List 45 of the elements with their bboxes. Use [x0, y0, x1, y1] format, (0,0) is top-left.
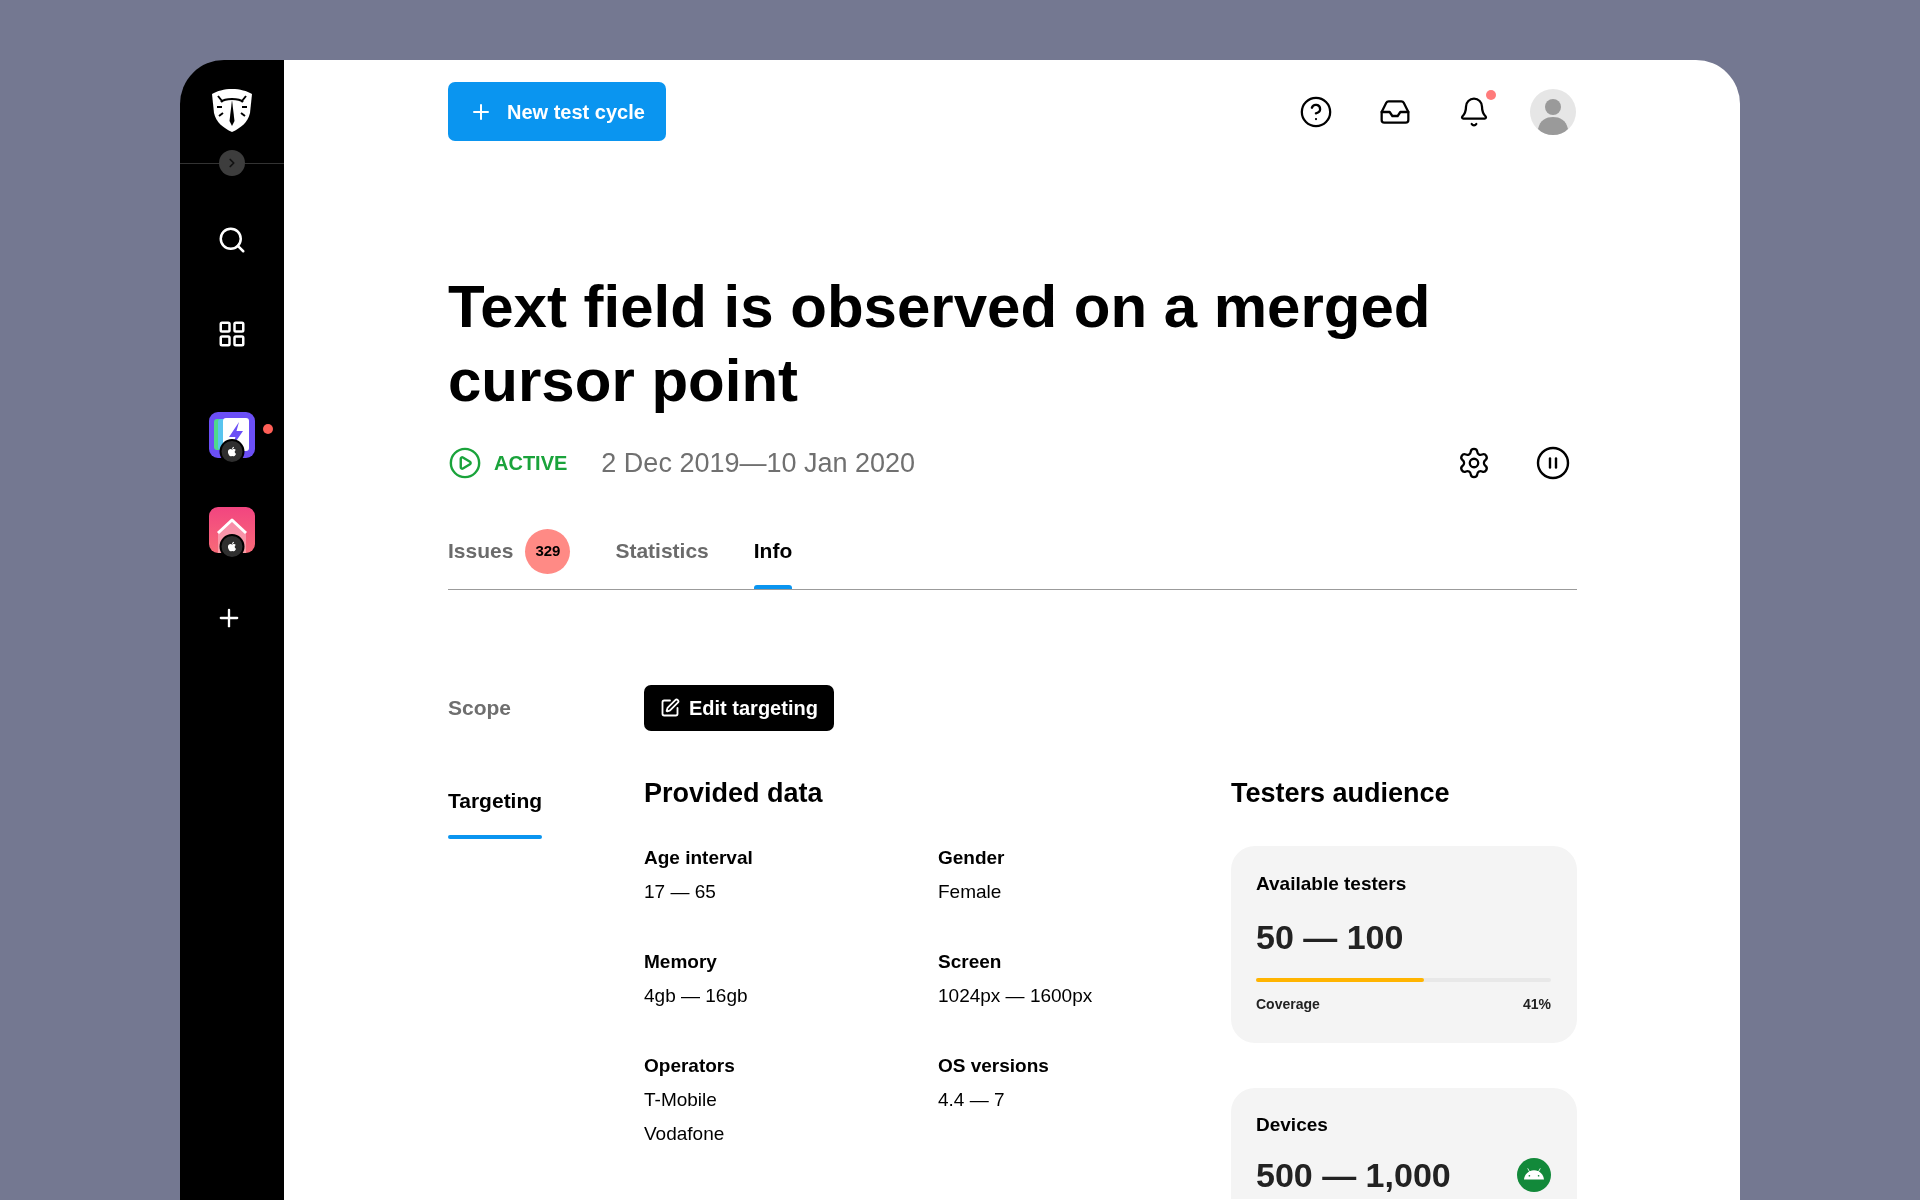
avatar-button[interactable]	[1529, 87, 1577, 136]
search-icon	[217, 225, 247, 255]
field-value: 4.4 — 7	[938, 1088, 1005, 1112]
search-button[interactable]	[217, 225, 247, 255]
settings-icon	[1457, 446, 1491, 480]
field-label: OS versions	[938, 1054, 1049, 1078]
field-value: 17 — 65	[644, 880, 716, 904]
field-value: T-Mobile	[644, 1088, 717, 1112]
card-value: 500 — 1,000	[1256, 1155, 1451, 1195]
field-value: Vodafone	[644, 1122, 725, 1146]
field-label: Screen	[938, 950, 1002, 974]
section-heading: Provided data	[644, 777, 823, 810]
field-label: Operators	[644, 1054, 735, 1078]
field-label: Memory	[644, 950, 717, 974]
card-title: Available testers	[1256, 872, 1407, 896]
coverage-percent: 41%	[1522, 995, 1551, 1014]
dashboard-button[interactable]	[217, 319, 247, 349]
edit-icon	[660, 698, 680, 718]
coverage-label: Coverage	[1256, 995, 1320, 1014]
person-silhouette-icon	[1530, 88, 1576, 135]
date-range: 2 Dec 2019—10 Jan 2020	[601, 446, 916, 480]
page-title: Text field is observed on a merged cursor point	[448, 272, 1432, 416]
bell-icon	[1458, 95, 1490, 128]
card-title: Devices	[1256, 1113, 1328, 1137]
help-icon	[1299, 94, 1333, 129]
field-value: 4gb — 16gb	[644, 984, 748, 1008]
status-label: ACTIVE	[494, 451, 568, 476]
tab[interactable]: Info	[753, 513, 793, 589]
side-tab[interactable]: Targeting	[448, 786, 543, 839]
play-circle-icon	[448, 446, 482, 480]
edit-targeting-button[interactable]: Edit targeting	[644, 685, 834, 731]
android-icon	[1517, 1158, 1551, 1192]
field-label: Age interval	[644, 846, 753, 870]
section-heading: Testers audience	[1231, 777, 1450, 810]
card-value: 50 — 100	[1256, 917, 1404, 957]
grid-icon	[217, 319, 247, 349]
field-value: 1024px — 1600px	[938, 984, 1093, 1008]
pause-circle-icon	[1535, 445, 1571, 481]
shield-logo-icon	[210, 86, 254, 133]
field-label: Gender	[938, 846, 1005, 870]
issue-count: 329	[525, 528, 571, 574]
tab[interactable]: Issues 329	[448, 513, 571, 589]
side-tab[interactable]: Scope	[448, 693, 512, 723]
tab[interactable]: Statistics	[615, 513, 709, 589]
field-value: Female	[938, 880, 1002, 904]
